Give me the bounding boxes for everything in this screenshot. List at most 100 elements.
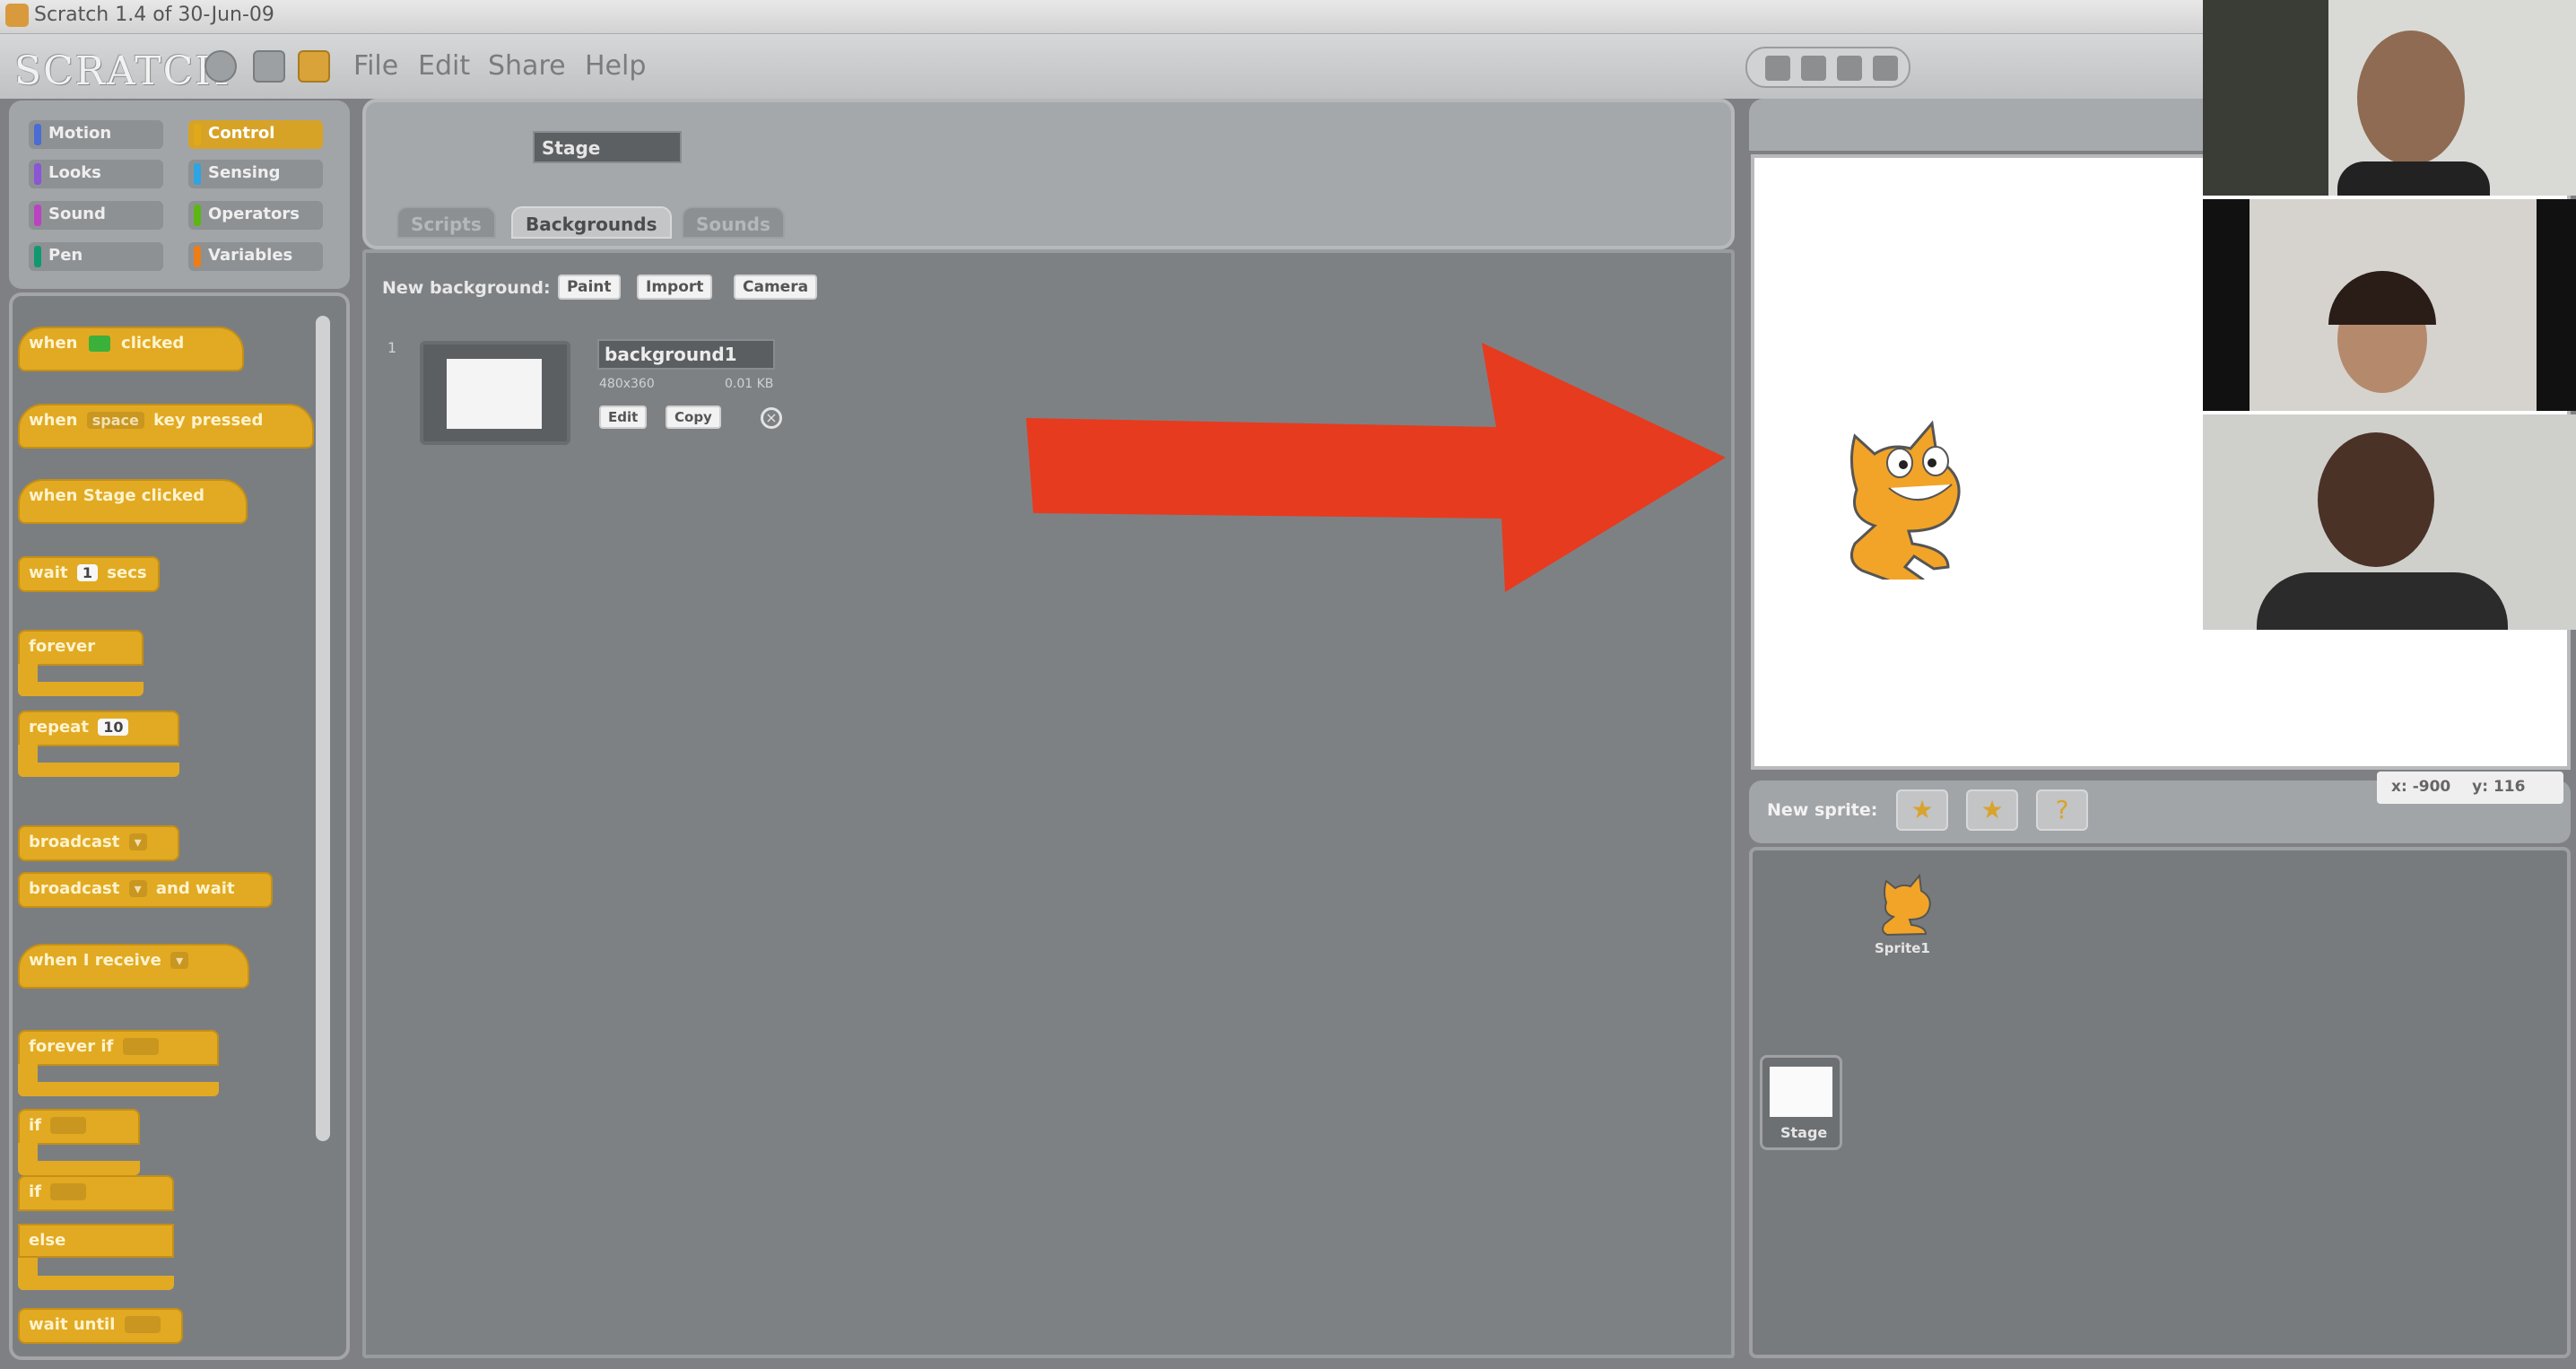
stage-topbar — [1749, 99, 2215, 151]
block-text: key pressed — [153, 411, 264, 430]
save-disk-icon[interactable] — [253, 50, 285, 83]
block-wait-until[interactable]: wait until — [18, 1308, 183, 1344]
thumbnail-image — [447, 359, 542, 429]
sprite-header: Stage Scripts Backgrounds Sounds — [362, 99, 1735, 249]
block-if-mouth — [18, 1143, 140, 1175]
window-titlebar: Scratch 1.4 of 30-Jun-09 — [0, 0, 2576, 34]
delete-tool-icon[interactable] — [1801, 56, 1826, 81]
block-if-else[interactable]: if — [18, 1175, 174, 1211]
random-sprite-icon[interactable]: ? — [2036, 789, 2088, 831]
participant-face — [2318, 432, 2434, 567]
background-thumbnail[interactable] — [420, 341, 570, 445]
cat-sprite-on-stage[interactable] — [1826, 391, 1997, 580]
x-value: -900 — [2412, 778, 2451, 796]
grow-tool-icon[interactable] — [1837, 56, 1862, 81]
menu-help[interactable]: Help — [585, 50, 646, 82]
key-dropdown[interactable]: space — [86, 412, 144, 429]
block-forever-if[interactable]: forever if — [18, 1030, 219, 1066]
background-filesize: 0.01 KB — [725, 377, 774, 391]
background-dimensions: 480x360 — [599, 377, 655, 391]
block-text: when — [29, 411, 78, 430]
block-text: secs — [107, 563, 147, 582]
repeat-count-input[interactable]: 10 — [98, 719, 129, 736]
block-wait-secs[interactable]: wait 1 secs — [18, 556, 160, 592]
block-forever[interactable]: forever — [18, 630, 144, 666]
participant-face — [2357, 31, 2465, 165]
x-label: x: — [2391, 778, 2407, 796]
y-value: 116 — [2493, 778, 2526, 796]
language-globe-icon[interactable] — [205, 50, 237, 83]
condition-slot[interactable] — [122, 1038, 159, 1055]
scratch-logo: SCRATCH — [14, 48, 231, 94]
category-pen[interactable]: Pen — [29, 242, 163, 271]
shrink-tool-icon[interactable] — [1873, 56, 1898, 81]
stage-thumbnail-image — [1770, 1067, 1832, 1117]
condition-slot[interactable] — [50, 1117, 87, 1134]
message-dropdown[interactable]: ▾ — [128, 833, 147, 850]
window-title: Scratch 1.4 of 30-Jun-09 — [34, 4, 274, 26]
block-forever-if-mouth — [18, 1064, 219, 1096]
import-button[interactable]: Import — [637, 275, 713, 300]
block-broadcast-and-wait[interactable]: broadcast ▾ and wait — [18, 872, 273, 908]
category-sound[interactable]: Sound — [29, 201, 163, 230]
camera-button[interactable]: Camera — [734, 275, 818, 300]
background-name-field[interactable]: background1 — [597, 339, 775, 370]
block-text: wait until — [29, 1315, 116, 1334]
category-variables[interactable]: Variables — [188, 242, 323, 271]
menu-share[interactable]: Share — [488, 50, 566, 82]
sprite1-label: Sprite1 — [1875, 940, 1930, 956]
block-if-else-mouth — [18, 1258, 174, 1290]
block-text: repeat — [29, 718, 89, 737]
category-sensing[interactable]: Sensing — [188, 160, 323, 188]
block-when-key-pressed[interactable]: when space key pressed — [18, 404, 314, 449]
block-text: when — [29, 334, 78, 353]
stage-thumbnail[interactable]: Stage — [1760, 1055, 1842, 1150]
palette-scrollbar[interactable] — [316, 316, 330, 1141]
category-operators[interactable]: Operators — [188, 201, 323, 230]
wait-value-input[interactable]: 1 — [76, 564, 98, 581]
tab-sounds[interactable]: Sounds — [682, 206, 785, 239]
block-repeat-mouth — [18, 745, 179, 777]
paint-new-sprite-icon[interactable]: ★ — [1896, 789, 1948, 831]
condition-slot[interactable] — [50, 1183, 87, 1200]
sprite-name-field[interactable]: Stage — [533, 131, 682, 163]
block-if[interactable]: if — [18, 1109, 140, 1145]
video-tile-participant-1 — [2203, 0, 2576, 196]
stage-view-buttons — [1745, 47, 1910, 88]
block-when-stage-clicked[interactable]: when Stage clicked — [18, 479, 248, 524]
edit-background-button[interactable]: Edit — [599, 405, 648, 429]
block-when-flag-clicked[interactable]: when clicked — [18, 327, 244, 371]
mouse-coordinates: x: -900 y: 116 — [2377, 772, 2563, 804]
category-looks[interactable]: Looks — [29, 160, 163, 188]
stage-label: Stage — [1780, 1124, 1828, 1141]
category-motion[interactable]: Motion — [29, 120, 163, 149]
block-when-i-receive[interactable]: when I receive ▾ — [18, 944, 249, 989]
duplicate-tool-icon[interactable] — [1765, 56, 1790, 81]
background-index: 1 — [387, 339, 397, 356]
block-text: when I receive — [29, 951, 161, 970]
message-dropdown[interactable]: ▾ — [170, 952, 189, 969]
share-icon[interactable] — [298, 50, 330, 83]
block-broadcast[interactable]: broadcast ▾ — [18, 825, 179, 861]
paint-button[interactable]: Paint — [558, 275, 621, 300]
y-label: y: — [2472, 778, 2489, 796]
block-text: clicked — [121, 334, 185, 353]
participant-shoulders — [2257, 572, 2508, 630]
tab-backgrounds[interactable]: Backgrounds — [511, 206, 672, 239]
copy-background-button[interactable]: Copy — [666, 405, 721, 429]
category-control[interactable]: Control — [188, 120, 323, 149]
red-arrow-annotation — [1026, 343, 1726, 592]
sprite1-thumbnail[interactable] — [1869, 867, 1941, 938]
video-tile-participant-2 — [2203, 199, 2576, 411]
delete-background-icon[interactable]: × — [761, 407, 782, 429]
scratch-app-icon — [5, 4, 29, 27]
block-text: and wait — [155, 879, 235, 898]
condition-slot[interactable] — [124, 1316, 161, 1333]
choose-sprite-from-file-icon[interactable]: ★ — [1966, 789, 2018, 831]
menu-file[interactable]: File — [353, 50, 398, 82]
message-dropdown[interactable]: ▾ — [128, 880, 147, 897]
menu-edit[interactable]: Edit — [418, 50, 470, 82]
block-text: if — [29, 1116, 42, 1135]
tab-scripts[interactable]: Scripts — [396, 206, 496, 239]
block-repeat[interactable]: repeat 10 — [18, 711, 179, 746]
